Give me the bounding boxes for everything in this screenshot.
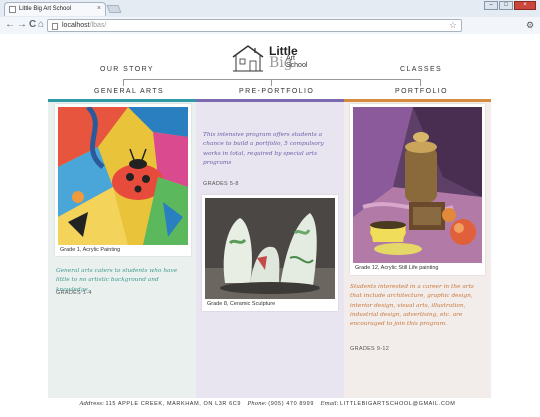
home-icon[interactable]: ⌂: [38, 20, 44, 30]
logo-word-school: School: [286, 62, 308, 69]
portfolio-column: Grade 12, Acrylic Still Life painting St…: [344, 99, 491, 398]
tab-close-icon[interactable]: ×: [97, 5, 101, 12]
general-arts-grades: GRADES 1-4: [56, 290, 92, 296]
minimize-button[interactable]: –: [484, 1, 498, 10]
pre-portfolio-artwork-card[interactable]: Grade 8, Ceramic Sculpture: [202, 195, 338, 311]
window-controls: – □ ×: [484, 1, 536, 10]
footer-address: 115 APPLE CREEK, MARKHAM, ON L3R 6C9: [105, 401, 241, 407]
forward-icon[interactable]: →: [17, 20, 27, 30]
pre-portfolio-description: This intensive program offers students a…: [203, 132, 324, 166]
url-host: localhost: [62, 22, 90, 29]
page-icon: [52, 23, 58, 30]
back-icon[interactable]: ←: [5, 20, 15, 30]
nav-connector-tick: [271, 79, 272, 86]
acrylic-painting-image: [58, 107, 188, 245]
settings-wrench-icon[interactable]: ⚙: [526, 20, 534, 31]
new-tab-button[interactable]: [106, 5, 122, 13]
nav-our-story[interactable]: OUR STORY: [100, 66, 154, 73]
address-bar[interactable]: localhost/lbas/ ☆: [47, 19, 462, 32]
tab-title: Little Big Art School: [19, 6, 72, 12]
maximize-button[interactable]: □: [499, 1, 513, 10]
footer-phone-label: Phone:: [247, 401, 267, 407]
footer-email-label: Email:: [320, 401, 339, 407]
nav-connector-tick: [123, 79, 124, 86]
house-logo-icon: [232, 45, 264, 72]
logo-word-art: Art: [286, 55, 295, 62]
footer-phone: (905) 470 8999: [268, 401, 314, 407]
footer-email-link[interactable]: LITTLEBIGARTSCHOOL@GMAIL.COM: [340, 401, 456, 407]
category-portfolio[interactable]: PORTFOLIO: [395, 88, 448, 95]
url-path: /lbas/: [89, 22, 107, 29]
portfolio-accent-bar: [344, 99, 491, 102]
pre-portfolio-caption: Grade 8, Ceramic Sculpture: [207, 301, 276, 307]
reload-icon[interactable]: C: [29, 20, 36, 30]
site-footer: Address: 115 APPLE CREEK, MARKHAM, ON L3…: [0, 401, 540, 407]
pre-portfolio-accent-bar: [196, 99, 344, 102]
bookmark-star-icon[interactable]: ☆: [449, 20, 457, 31]
browser-tab[interactable]: Little Big Art School ×: [4, 2, 106, 16]
general-arts-artwork-card[interactable]: Grade 1, Acrylic Painting: [55, 104, 191, 256]
nav-connector-tick: [420, 79, 421, 86]
portfolio-artwork-card[interactable]: Grade 12, Acrylic Still Life painting: [350, 104, 485, 275]
portfolio-caption: Grade 12, Acrylic Still Life painting: [355, 265, 439, 271]
portfolio-grades: GRADES 9-12: [350, 346, 390, 352]
ceramic-sculpture-image: [205, 198, 335, 299]
pre-portfolio-column: This intensive program offers students a…: [196, 99, 344, 398]
general-arts-column: Grade 1, Acrylic Painting General arts c…: [48, 99, 196, 398]
browser-chrome: Little Big Art School × – □ × ← → C ⌂ lo…: [0, 0, 540, 34]
category-general-arts[interactable]: GENERAL ARTS: [94, 88, 164, 95]
general-arts-accent-bar: [48, 99, 196, 102]
pre-portfolio-grades: GRADES 5-8: [203, 181, 239, 187]
favicon-icon: [9, 6, 16, 13]
nav-classes[interactable]: CLASSES: [400, 66, 442, 73]
portfolio-description: Students interested in a career in the a…: [350, 284, 474, 328]
close-window-button[interactable]: ×: [514, 1, 536, 10]
footer-address-label: Address:: [79, 401, 104, 407]
still-life-painting-image: [353, 107, 482, 263]
site-logo[interactable]: Little Big Art School: [231, 40, 311, 78]
browser-toolbar: ← → C ⌂ localhost/lbas/ ☆ ⚙: [0, 17, 540, 34]
general-arts-caption: Grade 1, Acrylic Painting: [60, 247, 121, 253]
category-pre-portfolio[interactable]: PRE-PORTFOLIO: [239, 88, 314, 95]
